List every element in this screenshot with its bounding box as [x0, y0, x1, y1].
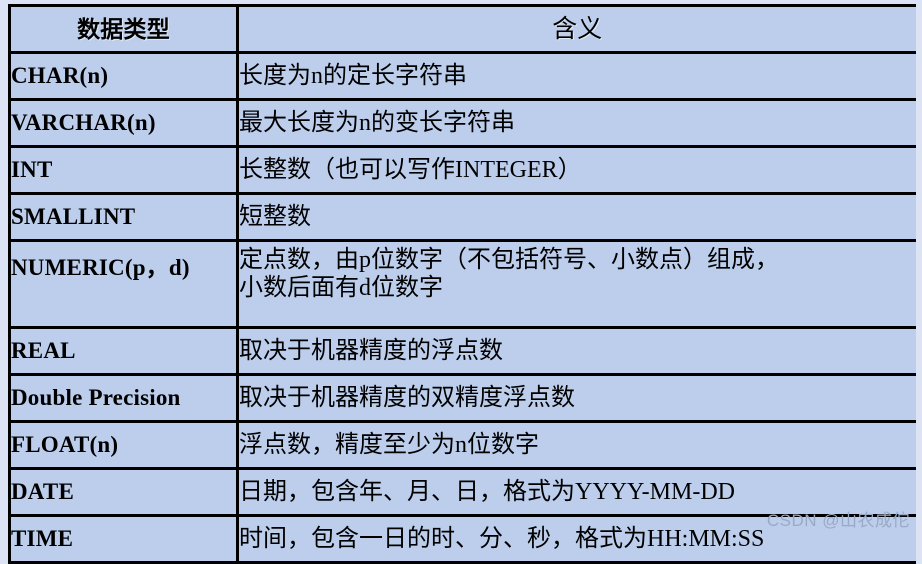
table-body: CHAR(n)长度为n的定长字符串VARCHAR(n)最大长度为n的变长字符串I…	[10, 53, 916, 563]
cell-meaning-line: 短整数	[239, 203, 916, 231]
cell-datatype: VARCHAR(n)	[10, 100, 238, 147]
cell-meaning: 日期，包含年、月、日，格式为YYYY-MM-DD	[238, 469, 916, 516]
cell-meaning-line: 浮点数，精度至少为n位数字	[239, 431, 916, 459]
cell-meaning-line: 小数后面有d位数字	[239, 274, 916, 302]
table-row: SMALLINT短整数	[10, 194, 916, 241]
cell-meaning: 取决于机器精度的双精度浮点数	[238, 375, 916, 422]
cell-datatype: Double Precision	[10, 375, 238, 422]
cell-meaning-line: 日期，包含年、月、日，格式为YYYY-MM-DD	[239, 478, 916, 506]
column-header-meaning: 含义	[238, 6, 916, 53]
cell-meaning: 长整数（也可以写作INTEGER）	[238, 147, 916, 194]
table-row: REAL取决于机器精度的浮点数	[10, 328, 916, 375]
cell-datatype: INT	[10, 147, 238, 194]
datatype-table-container: 数据类型 含义 CHAR(n)长度为n的定长字符串VARCHAR(n)最大长度为…	[8, 4, 914, 564]
table-row: INT长整数（也可以写作INTEGER）	[10, 147, 916, 194]
table-row: Double Precision取决于机器精度的双精度浮点数	[10, 375, 916, 422]
sql-datatype-table: 数据类型 含义 CHAR(n)长度为n的定长字符串VARCHAR(n)最大长度为…	[8, 4, 916, 564]
cell-meaning: 短整数	[238, 194, 916, 241]
cell-meaning-line: 长整数（也可以写作INTEGER）	[239, 156, 916, 184]
table-row: CHAR(n)长度为n的定长字符串	[10, 53, 916, 100]
table-row: FLOAT(n)浮点数，精度至少为n位数字	[10, 422, 916, 469]
cell-meaning-line: 定点数，由p位数字（不包括符号、小数点）组成，	[239, 246, 916, 274]
cell-datatype: SMALLINT	[10, 194, 238, 241]
cell-datatype: REAL	[10, 328, 238, 375]
table-header: 数据类型 含义	[10, 6, 916, 53]
table-row: VARCHAR(n)最大长度为n的变长字符串	[10, 100, 916, 147]
cell-meaning: 时间，包含一日的时、分、秒，格式为HH:MM:SS	[238, 516, 916, 563]
cell-datatype: NUMERIC(p，d)	[10, 241, 238, 328]
cell-meaning-line: 长度为n的定长字符串	[239, 62, 916, 90]
cell-meaning-line: 取决于机器精度的双精度浮点数	[239, 384, 916, 412]
cell-meaning: 最大长度为n的变长字符串	[238, 100, 916, 147]
cell-meaning: 浮点数，精度至少为n位数字	[238, 422, 916, 469]
table-row: DATE日期，包含年、月、日，格式为YYYY-MM-DD	[10, 469, 916, 516]
cell-meaning-line: 取决于机器精度的浮点数	[239, 337, 916, 365]
column-header-datatype-label: 数据类型	[77, 17, 170, 42]
table-row: TIME时间，包含一日的时、分、秒，格式为HH:MM:SS	[10, 516, 916, 563]
table-header-row: 数据类型 含义	[10, 6, 916, 53]
cell-meaning-line: 时间，包含一日的时、分、秒，格式为HH:MM:SS	[239, 525, 916, 553]
cell-datatype: TIME	[10, 516, 238, 563]
cell-meaning-line: 最大长度为n的变长字符串	[239, 109, 916, 137]
cell-datatype: CHAR(n)	[10, 53, 238, 100]
cell-meaning: 定点数，由p位数字（不包括符号、小数点）组成，小数后面有d位数字	[238, 241, 916, 328]
column-header-meaning-label: 含义	[552, 16, 602, 43]
table-row: NUMERIC(p，d)定点数，由p位数字（不包括符号、小数点）组成，小数后面有…	[10, 241, 916, 328]
cell-meaning: 取决于机器精度的浮点数	[238, 328, 916, 375]
cell-datatype: DATE	[10, 469, 238, 516]
column-header-datatype: 数据类型	[10, 6, 238, 53]
cell-datatype: FLOAT(n)	[10, 422, 238, 469]
cell-meaning: 长度为n的定长字符串	[238, 53, 916, 100]
